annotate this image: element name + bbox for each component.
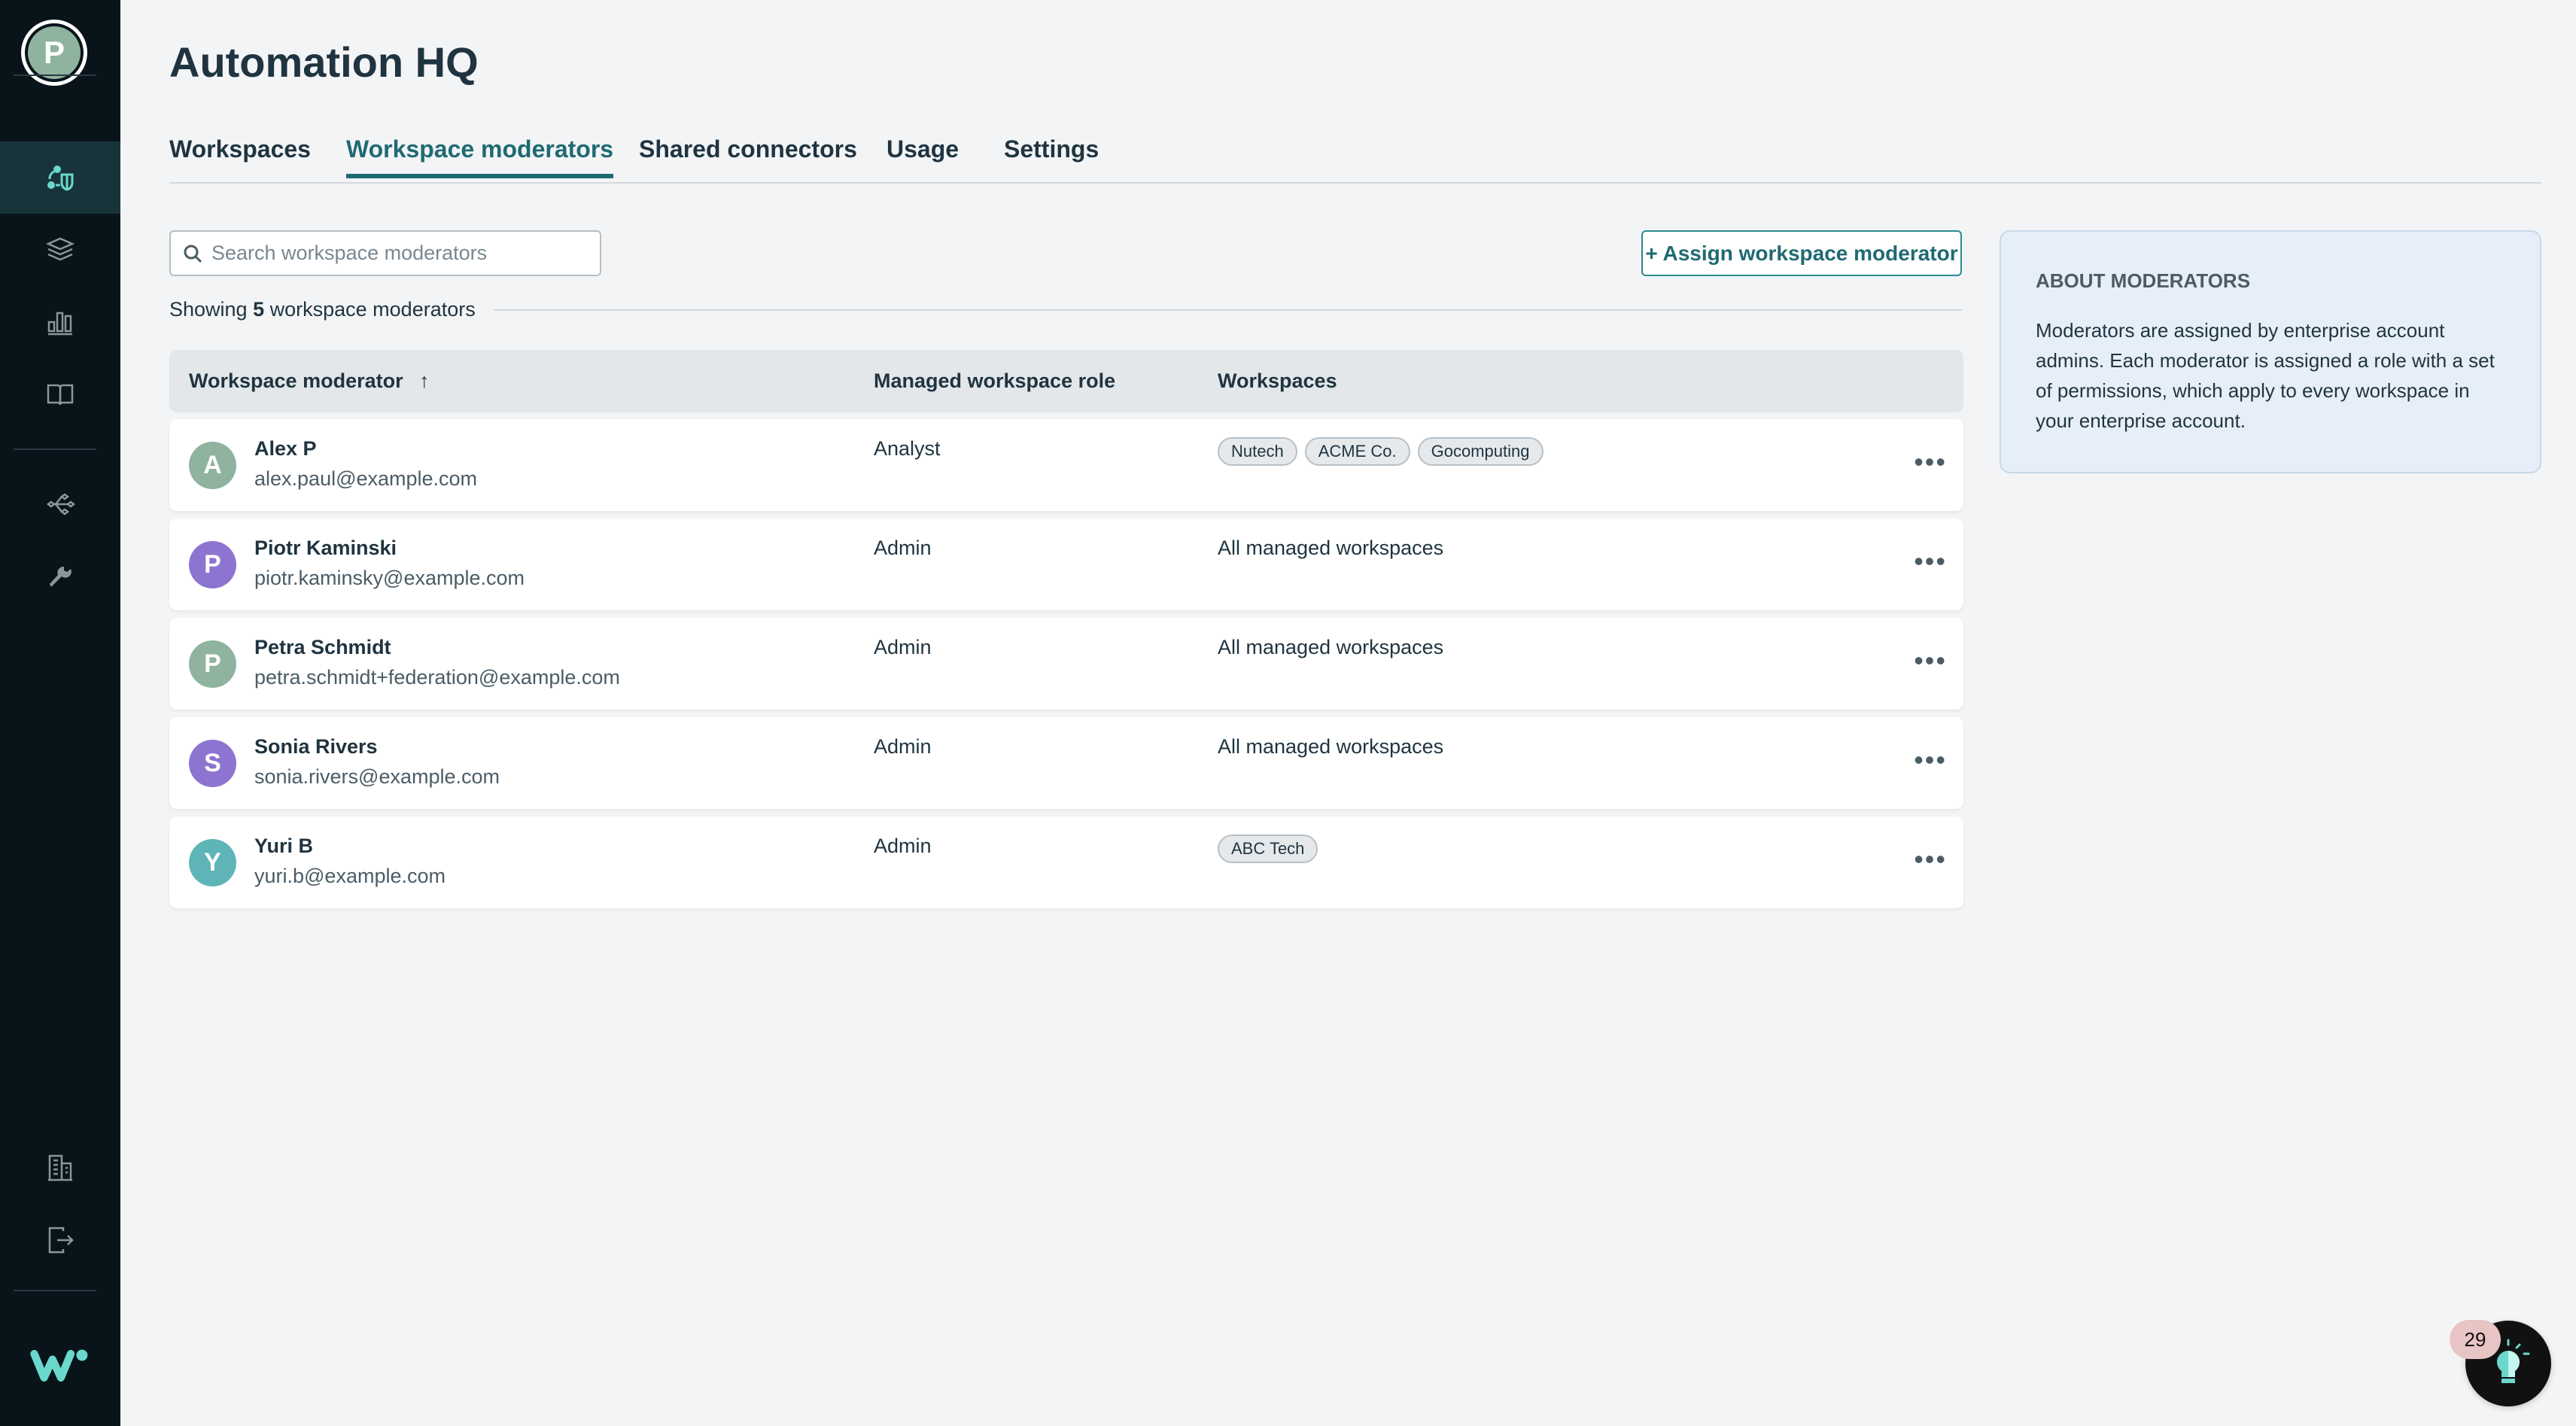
- moderator-role: Admin: [874, 735, 932, 758]
- moderator-email: sonia.rivers@example.com: [254, 765, 500, 788]
- workspaces-cell: All managed workspaces: [1218, 735, 1443, 759]
- wrench-icon: [50, 566, 71, 587]
- logo[interactable]: [0, 1329, 120, 1401]
- bar-chart-icon: [47, 312, 72, 336]
- more-actions-icon[interactable]: •••: [1914, 645, 1947, 677]
- avatar: P: [189, 541, 236, 588]
- workspaces-cell: All managed workspaces: [1218, 537, 1443, 560]
- nav-analytics[interactable]: [0, 286, 120, 358]
- more-actions-icon[interactable]: •••: [1914, 446, 1947, 478]
- column-header-moderator[interactable]: Workspace moderator ↑: [189, 369, 430, 393]
- tab-usage[interactable]: Usage: [887, 135, 959, 174]
- flow-icon: [46, 493, 75, 515]
- tab-settings[interactable]: Settings: [1004, 135, 1099, 174]
- page-title: Automation HQ: [169, 38, 479, 86]
- workspace-chip: Gocomputing: [1417, 437, 1543, 466]
- workspaces-text: All managed workspaces: [1218, 537, 1444, 559]
- moderator-name: Alex P: [254, 437, 317, 460]
- sidebar: P: [0, 0, 120, 1426]
- building-icon: [48, 1154, 72, 1181]
- moderator-email: piotr.kaminsky@example.com: [254, 567, 525, 589]
- nav-layers[interactable]: [0, 214, 120, 286]
- brand-logo-icon: [30, 1349, 88, 1382]
- divider: [14, 448, 96, 450]
- sort-ascending-icon: ↑: [419, 369, 430, 392]
- avatar: S: [189, 740, 236, 787]
- nav-docs[interactable]: [0, 358, 120, 430]
- avatar: A: [189, 442, 236, 489]
- layers-icon: [45, 237, 75, 261]
- about-body: Moderators are assigned by enterprise ac…: [2036, 319, 2495, 432]
- table-row: P Petra Schmidt petra.schmidt+federation…: [169, 618, 1963, 710]
- moderator-name: Petra Schmidt: [254, 636, 391, 658]
- workspaces-text: All managed workspaces: [1218, 735, 1444, 758]
- logout-icon: [48, 1227, 74, 1254]
- moderator-name: Yuri B: [254, 835, 314, 857]
- moderator-name: Sonia Rivers: [254, 735, 378, 758]
- avatar: Y: [189, 839, 236, 886]
- table-row: A Alex P alex.paul@example.com Analyst N…: [169, 419, 1963, 511]
- more-actions-icon[interactable]: •••: [1914, 744, 1947, 776]
- workspace-chip: ABC Tech: [1218, 835, 1318, 863]
- tab-bar: Workspaces Workspace moderators Shared c…: [169, 135, 2541, 184]
- nav-enterprise[interactable]: [0, 1132, 120, 1204]
- tab-workspaces[interactable]: Workspaces: [169, 135, 311, 174]
- search-icon: [184, 245, 202, 263]
- moderator-email: yuri.b@example.com: [254, 865, 446, 887]
- nav-moderators[interactable]: [0, 141, 120, 214]
- table-row: S Sonia Rivers sonia.rivers@example.com …: [169, 717, 1963, 809]
- workspaces-cell: ABC Tech: [1218, 835, 1318, 863]
- tab-shared-connectors[interactable]: Shared connectors: [639, 135, 857, 174]
- avatar: P: [189, 640, 236, 688]
- more-actions-icon[interactable]: •••: [1914, 546, 1947, 577]
- about-title: ABOUT MODERATORS: [2036, 269, 2251, 292]
- moderator-email: alex.paul@example.com: [254, 467, 478, 490]
- workspace-chip: ACME Co.: [1304, 437, 1410, 466]
- nav-logout[interactable]: [0, 1204, 120, 1276]
- divider: [493, 309, 1962, 311]
- assign-moderator-button[interactable]: + Assign workspace moderator: [1641, 230, 1962, 276]
- tab-workspace-moderators[interactable]: Workspace moderators: [346, 135, 614, 178]
- search-input[interactable]: [211, 242, 573, 265]
- divider: [14, 74, 96, 76]
- about-moderators-panel: ABOUT MODERATORS Moderators are assigned…: [2000, 230, 2541, 473]
- more-actions-icon[interactable]: •••: [1914, 844, 1947, 875]
- workspaces-cell: Nutech ACME Co. Gocomputing: [1218, 437, 1543, 466]
- nav-tools[interactable]: [0, 540, 120, 613]
- search-box: [169, 230, 601, 276]
- moderator-name: Piotr Kaminski: [254, 537, 397, 559]
- result-count: Showing 5 workspace moderators: [169, 298, 1962, 321]
- table-header: Workspace moderator ↑ Managed workspace …: [169, 350, 1963, 412]
- moderator-email: petra.schmidt+federation@example.com: [254, 666, 620, 689]
- book-icon: [47, 384, 74, 406]
- nav-connectors[interactable]: [0, 468, 120, 540]
- column-header-role: Managed workspace role: [874, 369, 1116, 392]
- moderator-role: Admin: [874, 537, 932, 559]
- table-row: Y Yuri B yuri.b@example.com Admin ABC Te…: [169, 816, 1963, 908]
- workspaces-text: All managed workspaces: [1218, 636, 1444, 658]
- table-row: P Piotr Kaminski piotr.kaminsky@example.…: [169, 518, 1963, 610]
- moderator-role: Analyst: [874, 437, 941, 460]
- workspaces-cell: All managed workspaces: [1218, 636, 1443, 659]
- workspace-chip: Nutech: [1218, 437, 1297, 466]
- moderator-role: Admin: [874, 636, 932, 658]
- column-header-workspaces: Workspaces: [1218, 369, 1337, 392]
- divider: [14, 1290, 96, 1291]
- notification-count-badge: 29: [2450, 1320, 2501, 1359]
- workspaces-shield-icon: [47, 166, 74, 191]
- moderator-role: Admin: [874, 835, 932, 857]
